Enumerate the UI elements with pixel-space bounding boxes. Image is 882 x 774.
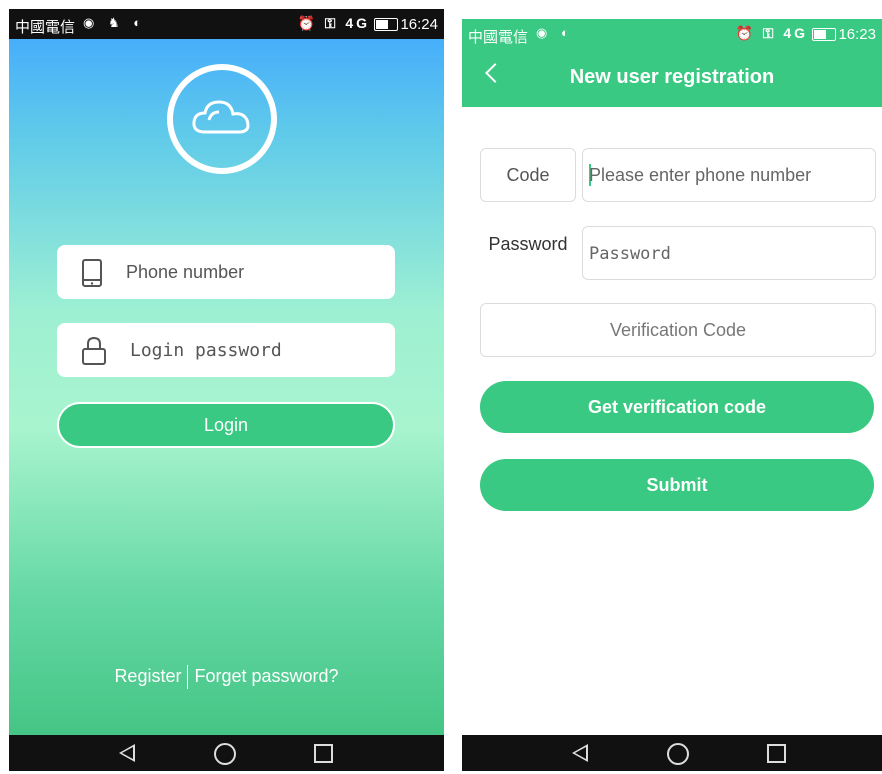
network-label: 4G xyxy=(345,15,370,31)
clock: 16:23 xyxy=(838,26,876,43)
verification-code-input[interactable]: Verification Code xyxy=(480,303,876,357)
login-screen: 中國電信 ◉ ♞ ◐ ⏰ ⚿ 4G 16:24 Phone number Log… xyxy=(9,9,444,771)
notification-icons: ◉ ◐ xyxy=(536,25,574,40)
status-bar: 中國電信 ◉ ♞ ◐ ⏰ ⚿ 4G 16:24 xyxy=(9,9,444,39)
nav-back-icon[interactable] xyxy=(572,744,588,762)
system-nav-bar xyxy=(9,735,444,771)
registration-screen: 中國電信 ◉ ◐ ⏰ ⚿ 4G 16:23 New user registrat… xyxy=(462,19,882,771)
nav-recents-icon[interactable] xyxy=(767,744,786,763)
clock: 16:24 xyxy=(400,16,438,33)
title-bar: New user registration xyxy=(462,49,882,107)
phone-number-input[interactable]: Please enter phone number xyxy=(582,148,876,202)
nav-home-icon[interactable] xyxy=(667,743,689,765)
login-password-field[interactable]: Login password xyxy=(57,323,395,377)
phone-number-field[interactable]: Phone number xyxy=(57,245,395,299)
system-nav-bar xyxy=(462,735,882,771)
link-divider xyxy=(187,665,189,689)
password-label: Password xyxy=(488,234,568,254)
cloud-icon xyxy=(192,100,250,134)
nav-home-icon[interactable] xyxy=(214,743,236,765)
account-links: Register Forget password? xyxy=(9,665,444,689)
status-bar: 中國電信 ◉ ◐ ⏰ ⚿ 4G 16:23 xyxy=(462,19,882,49)
nav-back-icon[interactable] xyxy=(119,744,135,762)
app-logo xyxy=(167,64,277,174)
lock-icon xyxy=(82,336,106,365)
notification-icons: ◉ ♞ ◐ xyxy=(83,15,147,30)
phone-icon xyxy=(82,259,102,287)
password-input[interactable]: Password xyxy=(582,226,876,280)
battery-icon xyxy=(812,28,836,41)
carrier-name: 中國電信 xyxy=(468,29,529,46)
carrier-name: 中國電信 xyxy=(15,19,76,36)
login-button[interactable]: Login xyxy=(57,402,395,448)
alarm-icon: ⏰ ⚿ 4G xyxy=(297,15,370,31)
phone-number-placeholder: Phone number xyxy=(126,262,245,282)
verification-code-placeholder: Verification Code xyxy=(609,320,747,340)
alarm-icon: ⏰ ⚿ 4G xyxy=(735,25,808,41)
get-verification-code-button[interactable]: Get verification code xyxy=(480,381,874,433)
nav-recents-icon[interactable] xyxy=(314,744,333,763)
country-code-selector[interactable]: Code xyxy=(480,148,576,202)
network-label: 4G xyxy=(783,25,808,41)
submit-button[interactable]: Submit xyxy=(480,459,874,511)
password-placeholder: Password xyxy=(589,244,671,264)
forget-password-link[interactable]: Forget password? xyxy=(194,666,338,686)
register-link[interactable]: Register xyxy=(114,666,181,686)
phone-number-placeholder: Please enter phone number xyxy=(589,165,812,185)
login-password-placeholder: Login password xyxy=(130,340,282,361)
battery-icon xyxy=(374,18,398,31)
page-title: New user registration xyxy=(569,66,775,88)
code-label: Code xyxy=(506,165,550,185)
